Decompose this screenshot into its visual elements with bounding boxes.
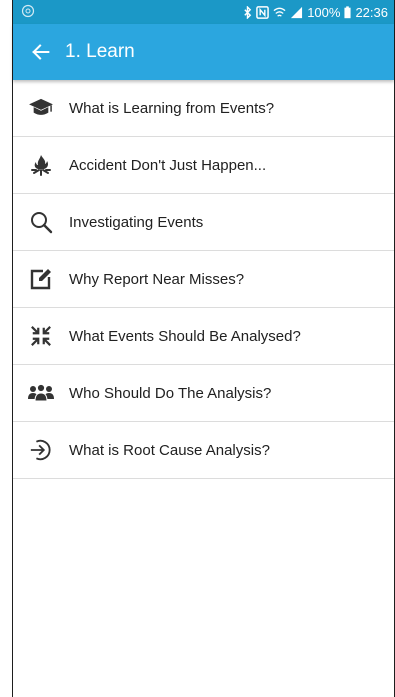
search-icon bbox=[31, 212, 53, 234]
list-item-who-analysis[interactable]: Who Should Do The Analysis? bbox=[13, 365, 394, 422]
list-item-label: Why Report Near Misses? bbox=[69, 270, 245, 288]
list-item-label: What is Learning from Events? bbox=[69, 99, 275, 117]
bluetooth-icon bbox=[244, 5, 252, 19]
edit-icon bbox=[30, 269, 51, 290]
fire-icon bbox=[31, 155, 51, 176]
signal-icon bbox=[291, 6, 303, 18]
back-button[interactable] bbox=[13, 24, 69, 80]
topic-list: What is Learning from Events? Accident D… bbox=[13, 80, 394, 479]
graduation-cap-icon bbox=[29, 98, 53, 115]
list-item-learning-from-events[interactable]: What is Learning from Events? bbox=[13, 80, 394, 137]
page-title: 1. Learn bbox=[65, 41, 135, 62]
status-bar: 100% 22:36 bbox=[13, 0, 394, 24]
list-item-label: Who Should Do The Analysis? bbox=[69, 384, 272, 402]
nfc-icon bbox=[256, 5, 270, 19]
compress-icon bbox=[31, 326, 51, 346]
battery-percent: 100% bbox=[307, 4, 341, 20]
list-item-investigating[interactable]: Investigating Events bbox=[13, 194, 394, 251]
app-status-icon bbox=[21, 4, 35, 18]
wifi-icon bbox=[273, 7, 286, 17]
list-item-root-cause[interactable]: What is Root Cause Analysis? bbox=[13, 422, 394, 479]
app-bar: 1. Learn bbox=[13, 24, 394, 80]
list-item-events-analysed[interactable]: What Events Should Be Analysed? bbox=[13, 308, 394, 365]
sign-in-icon bbox=[30, 439, 51, 461]
clock: 22:36 bbox=[355, 4, 388, 20]
app-frame: 100% 22:36 1. Learn What is Learning fro… bbox=[12, 0, 395, 697]
list-item-label: What is Root Cause Analysis? bbox=[69, 441, 270, 459]
list-item-label: Accident Don't Just Happen... bbox=[69, 156, 267, 174]
list-item-accident[interactable]: Accident Don't Just Happen... bbox=[13, 137, 394, 194]
list-item-label: Investigating Events bbox=[69, 213, 204, 231]
battery-icon bbox=[344, 5, 352, 18]
list-item-label: What Events Should Be Analysed? bbox=[69, 327, 301, 345]
list-item-near-misses[interactable]: Why Report Near Misses? bbox=[13, 251, 394, 308]
group-icon bbox=[28, 383, 54, 402]
arrow-left-icon bbox=[32, 44, 50, 60]
